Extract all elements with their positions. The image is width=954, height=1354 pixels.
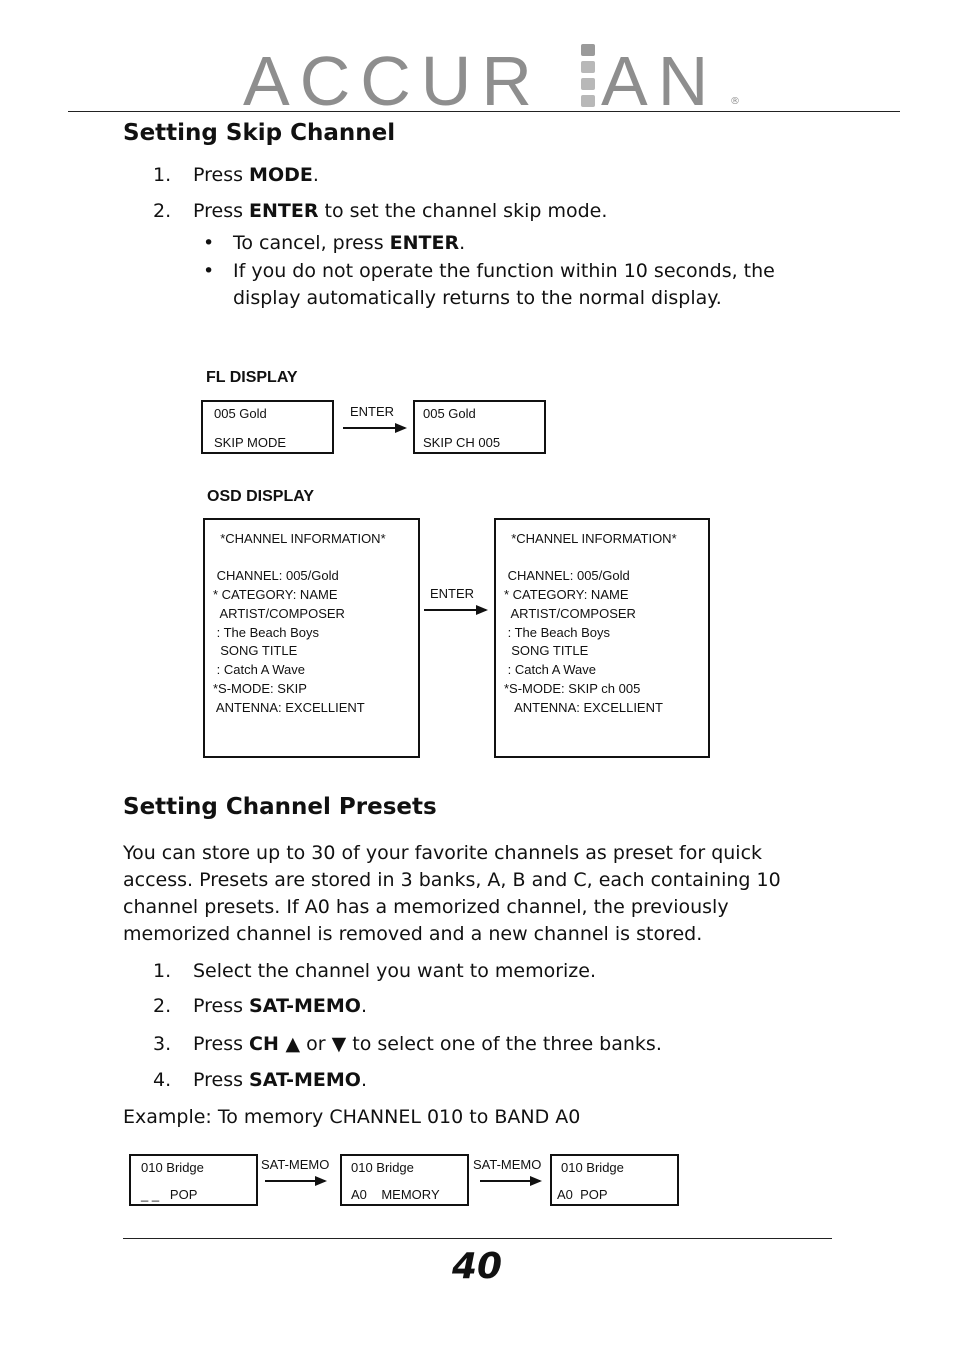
display-line: SKIP CH 005 xyxy=(423,435,501,450)
footer-rule xyxy=(123,1238,832,1239)
display-line: ARTIST/COMPOSER xyxy=(213,606,345,621)
display-line: *S-MODE: SKIP xyxy=(213,681,307,696)
display-line: *S-MODE: SKIP ch 005 xyxy=(504,681,641,696)
osd-display-label: OSD DISPLAY xyxy=(207,488,314,505)
bullet-text: To cancel, press ENTER. xyxy=(233,232,466,254)
display-line: SONG TITLE xyxy=(504,643,589,658)
arrow-label: ENTER xyxy=(350,404,395,419)
bullet-icon: • xyxy=(203,260,215,282)
step-text: Press MODE. xyxy=(193,164,319,186)
display-line: * CATEGORY: NAME xyxy=(213,587,338,602)
display-line: * CATEGORY: NAME xyxy=(504,587,629,602)
display-line: SKIP MODE xyxy=(214,435,287,450)
arrow-label: SAT-MEMO xyxy=(261,1157,330,1172)
section-title-channel-presets: Setting Channel Presets xyxy=(123,794,437,820)
logo-bar xyxy=(581,44,595,56)
logo-bar xyxy=(581,61,595,73)
step-text: Press SAT-MEMO. xyxy=(193,1069,368,1091)
display-line: : Catch A Wave xyxy=(213,662,306,677)
logo-i-bars-icon xyxy=(581,44,597,112)
arrow-right-icon xyxy=(424,605,488,615)
display-line: CHANNEL: 005/Gold xyxy=(213,568,339,583)
logo-bar xyxy=(581,78,595,90)
osd-display-before: *CHANNEL INFORMATION* CHANNEL: 005/Gold … xyxy=(203,518,420,758)
display-line: _ _ POP xyxy=(141,1187,198,1202)
step-text: Press CH ▲ or ▼ to select one of the thr… xyxy=(193,1033,662,1055)
logo-text-right: AN xyxy=(601,42,719,120)
display-line: *CHANNEL INFORMATION* xyxy=(213,531,386,546)
display-line: 005 Gold xyxy=(423,406,476,421)
arrow-right-icon xyxy=(265,1176,327,1186)
display-line: ANTENNA: EXCELLIENT xyxy=(504,700,663,715)
fl-display-label: FL DISPLAY xyxy=(206,369,298,386)
display-line: 010 Bridge xyxy=(351,1160,414,1175)
step-number: 3. xyxy=(153,1033,172,1055)
step-number: 1. xyxy=(153,164,172,186)
display-line: ARTIST/COMPOSER xyxy=(504,606,636,621)
display-line: *CHANNEL INFORMATION* xyxy=(504,531,677,546)
example-display-3: 010 Bridge A0 POP xyxy=(550,1154,679,1206)
display-line: A0 MEMORY xyxy=(351,1187,440,1202)
page-number: 40 xyxy=(451,1246,503,1287)
section-title-skip-channel: Setting Skip Channel xyxy=(123,120,396,146)
display-line: 010 Bridge xyxy=(141,1160,204,1175)
step-number: 4. xyxy=(153,1069,172,1091)
example-caption: Example: To memory CHANNEL 010 to BAND A… xyxy=(123,1106,581,1128)
display-line: : Catch A Wave xyxy=(504,662,597,677)
arrow-right-icon xyxy=(480,1176,542,1186)
logo-bar xyxy=(581,95,595,107)
example-display-1: 010 Bridge _ _ POP xyxy=(129,1154,258,1206)
arrow-label: SAT-MEMO xyxy=(473,1157,542,1172)
step-text: Select the channel you want to memorize. xyxy=(193,960,596,982)
display-line: SONG TITLE xyxy=(213,643,298,658)
display-line: : The Beach Boys xyxy=(504,625,610,640)
display-line: 005 Gold xyxy=(214,406,267,421)
fl-display-after: 005 Gold SKIP CH 005 xyxy=(413,400,546,454)
display-line: A0 POP xyxy=(557,1187,608,1202)
step-number: 2. xyxy=(153,200,172,222)
display-line: ANTENNA: EXCELLIENT xyxy=(213,700,365,715)
arrow-right-icon xyxy=(343,423,407,433)
presets-description: You can store up to 30 of your favorite … xyxy=(123,842,781,945)
step-text: Press ENTER to set the channel skip mode… xyxy=(193,200,608,222)
header-rule xyxy=(68,111,900,112)
step-text: Press SAT-MEMO. xyxy=(193,995,368,1017)
display-line: 010 Bridge xyxy=(561,1160,624,1175)
arrow-label: ENTER xyxy=(430,586,475,601)
osd-display-after: *CHANNEL INFORMATION* CHANNEL: 005/Gold … xyxy=(494,518,710,758)
step-number: 2. xyxy=(153,995,172,1017)
fl-display-before: 005 Gold SKIP MODE xyxy=(201,400,334,454)
example-display-2: 010 Bridge A0 MEMORY xyxy=(340,1154,469,1206)
bullet-text: If you do not operate the function withi… xyxy=(233,260,775,309)
step-number: 1. xyxy=(153,960,172,982)
display-line: CHANNEL: 005/Gold xyxy=(504,568,630,583)
registered-mark: ® xyxy=(730,96,740,107)
logo-text-left: ACCUR xyxy=(243,42,542,120)
bullet-icon: • xyxy=(203,232,215,254)
accurian-logo: ACCUR AN ® xyxy=(243,40,743,116)
display-line: : The Beach Boys xyxy=(213,625,319,640)
